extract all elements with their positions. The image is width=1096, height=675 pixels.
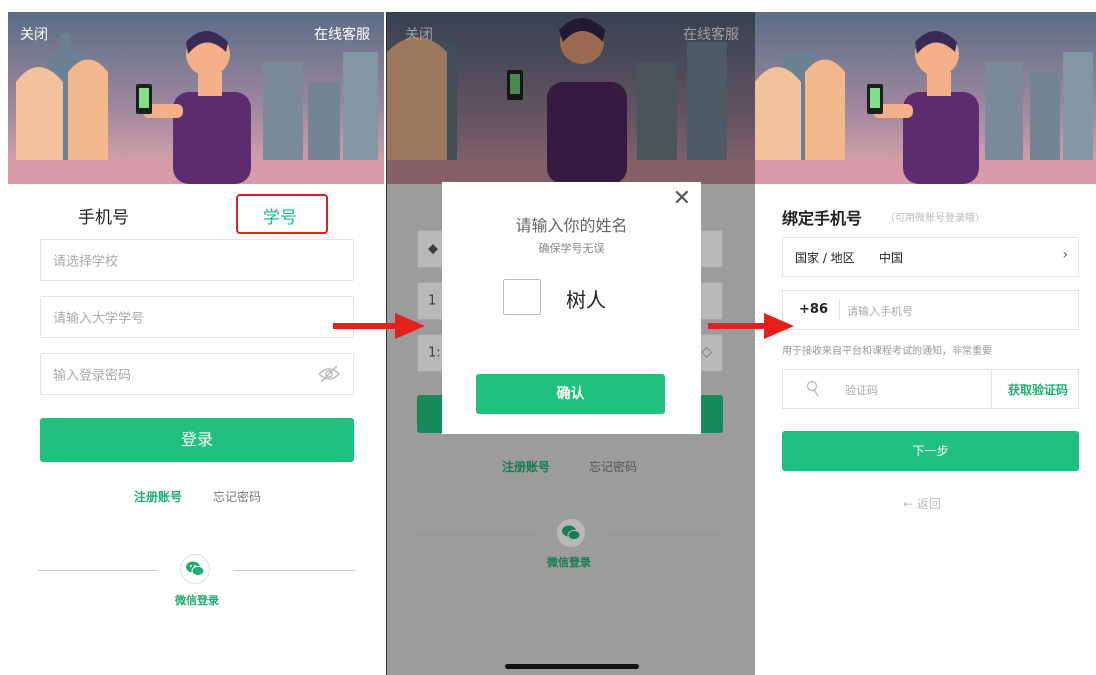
- phone-separator: [839, 299, 840, 321]
- tab-student-id[interactable]: 学号: [263, 203, 297, 228]
- arrow-right-icon: [708, 313, 794, 339]
- password-placeholder: 输入登录密码: [53, 368, 132, 384]
- page-title: 绑定手机号: [782, 209, 863, 228]
- divider-right: [233, 570, 355, 571]
- title-hint: （可用微账号登录哦）: [885, 213, 985, 224]
- wechat-login-button[interactable]: [180, 554, 210, 584]
- confirm-button[interactable]: 确认: [476, 374, 665, 414]
- arrow-left-icon: ←: [903, 497, 914, 511]
- back-label: 返回: [916, 497, 941, 511]
- name-confirm-screen: 关闭 在线客服 ◆ 1 1: ◇ 注册账号 忘记密码 微信登录 ✕ 请输入你的姓…: [386, 12, 755, 675]
- hero-illustration: 关闭 在线客服: [8, 12, 384, 184]
- student-id-placeholder: 请输入大学学号: [53, 311, 145, 327]
- school-select[interactable]: 请选择学校: [40, 239, 354, 281]
- get-code-button[interactable]: 获取验证码: [1008, 381, 1068, 398]
- chevron-right-icon: ›: [1062, 247, 1068, 263]
- bind-phone-screen: 绑定手机号 （可用微账号登录哦） 国家 / 地区 中国 › +86 请输入手机号…: [755, 12, 1096, 675]
- close-link[interactable]: 关闭: [20, 24, 48, 44]
- phone-placeholder: 请输入手机号: [847, 305, 913, 318]
- forgot-password-link[interactable]: 忘记密码: [213, 488, 261, 505]
- back-link[interactable]: ← 返回: [903, 495, 941, 512]
- region-select[interactable]: 国家 / 地区 中国 ›: [782, 237, 1079, 277]
- home-indicator: [505, 664, 639, 669]
- verify-code-input[interactable]: 验证码 获取验证码: [782, 369, 1079, 409]
- wechat-login-label: 微信登录: [175, 594, 219, 607]
- password-input[interactable]: 输入登录密码: [40, 353, 354, 395]
- name-dialog: ✕ 请输入你的姓名 确保学号无误 树人 确认: [442, 182, 701, 434]
- next-button[interactable]: 下一步: [782, 431, 1079, 471]
- online-service-link[interactable]: 在线客服: [314, 24, 370, 44]
- key-icon: [806, 380, 819, 397]
- verify-placeholder: 验证码: [845, 384, 878, 397]
- login-button[interactable]: 登录: [40, 418, 354, 462]
- student-name: 树人: [566, 288, 606, 312]
- arrow-right-icon: [333, 313, 425, 339]
- dialog-subtitle: 确保学号无误: [538, 242, 605, 255]
- login-screen: 关闭 在线客服 手机号 学号 请选择学校 请输入大学学号 输入登录密码 登录 注…: [8, 12, 384, 675]
- register-link[interactable]: 注册账号: [134, 488, 182, 505]
- region-value: 中国: [879, 251, 904, 265]
- eye-hidden-icon[interactable]: [317, 365, 341, 383]
- region-label: 国家 / 地区: [795, 251, 855, 265]
- name-checkbox[interactable]: [503, 279, 541, 315]
- tab-phone[interactable]: 手机号: [78, 203, 129, 228]
- verify-separator: [991, 370, 992, 408]
- divider-left: [38, 570, 158, 571]
- school-placeholder: 请选择学校: [53, 254, 119, 270]
- phone-input[interactable]: +86 请输入手机号: [782, 290, 1079, 330]
- country-code: +86: [799, 302, 828, 317]
- hero-illustration: [755, 12, 1096, 184]
- notice-text: 用于接收来自平台和课程考试的通知，非常重要: [782, 346, 992, 357]
- close-icon[interactable]: ✕: [673, 186, 691, 211]
- student-id-input[interactable]: 请输入大学学号: [40, 296, 354, 338]
- wechat-icon: [186, 561, 205, 577]
- dialog-title: 请输入你的姓名: [515, 216, 628, 235]
